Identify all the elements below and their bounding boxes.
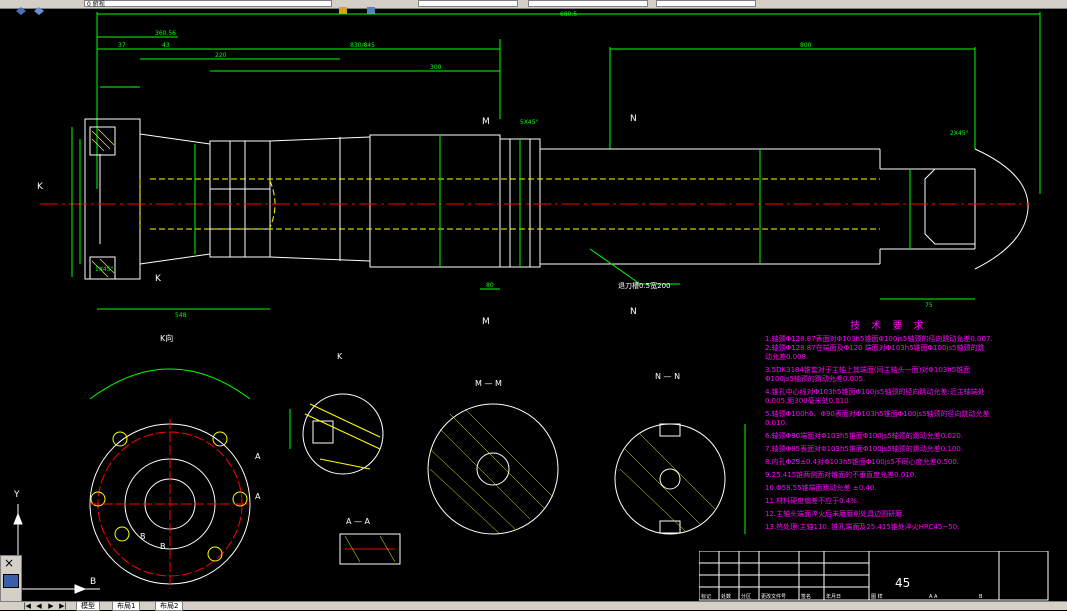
linetype-dropdown[interactable] [528, 0, 648, 7]
dim-548: 548 [175, 312, 187, 319]
label-b2: B [160, 542, 166, 551]
tab-layout1[interactable]: 布局1 [112, 602, 141, 611]
tab-layout2[interactable]: 布局2 [155, 602, 184, 611]
svg-text:360.56: 360.56 [155, 30, 176, 37]
label-m2: M [482, 317, 490, 327]
drawing-canvas[interactable]: 680.5 360.56 37 43 220 830/845 300 800 5… [0, 9, 1067, 601]
cad-drawing: 680.5 360.56 37 43 220 830/845 300 800 5… [13, 11, 1041, 594]
tb-label: 分区 [741, 593, 751, 600]
label-k-view: K向 [160, 333, 173, 343]
tech-line: 7.轴颈Φ85表面对Φ103h5锥面Φ100js5轴颈的跳动允差0.100. [765, 445, 964, 453]
layer-dropdown[interactable]: 0 俯视 [84, 0, 332, 8]
tech-line: Φ100js5轴颈的跳动允差0.005. [765, 375, 866, 383]
tb-label: 更改文件号 [761, 593, 786, 600]
svg-text:300: 300 [430, 64, 442, 71]
k-view-flange: K向 A A B B [89, 333, 261, 589]
nn-section: N — N [614, 372, 746, 535]
tech-line: 0.005,距300毫米处0.010. [765, 397, 851, 405]
panel-icon[interactable] [3, 574, 19, 588]
tech-title: 技 术 要 求 [850, 321, 928, 332]
dim-75: 75 [925, 302, 933, 309]
tech-line: 6.轴颈Φ90端面对Φ103h5锥面Φ100js5轴颈的跳动允差0.020. [765, 432, 964, 440]
mm-section: M — M [427, 379, 559, 535]
dim-80: 80 [486, 282, 494, 289]
callout-undercut: 退刀槽0.5宽200 [618, 281, 671, 290]
ucs-icon [13, 504, 100, 594]
svg-text:43: 43 [162, 42, 170, 49]
ucs-x-label: B [90, 577, 96, 587]
layer-match-icon[interactable] [366, 0, 376, 14]
top-toolbar: 0 俯视 [0, 0, 1067, 15]
sheet-number: 45 [895, 576, 910, 590]
tab-model[interactable]: 模型 [76, 602, 100, 611]
tb-label: 标记 [701, 593, 711, 600]
close-icon[interactable]: × [4, 556, 14, 570]
chamfer-5x45: 5X45° [520, 119, 539, 126]
tech-line: 0.010. [765, 419, 788, 427]
layer-manager-icon[interactable] [16, 0, 26, 15]
svg-text:220: 220 [215, 52, 227, 59]
chamfer-2x45: 2X45° [950, 130, 969, 137]
label-k-detail: K [337, 352, 343, 361]
label-a1: A [255, 452, 261, 461]
tech-line: 1.轴颈Φ128.87表面对Φ103h5锥面Φ100js5轴颈的径向跳动允差0.… [765, 335, 993, 343]
tech-line: 3.5DK3184锥套对于主轴上其端面(同主轴头一面)对Φ103h5锥面 [765, 366, 971, 374]
tb-label: A A [929, 594, 938, 600]
label-n1: N [630, 114, 637, 124]
color-dropdown[interactable] [418, 0, 518, 7]
tb-label: 年月日 [826, 593, 841, 600]
tech-line: 8.内孔Φ29±0.4对Φ103h5锥面Φ100js5不同心度允差0.500. [765, 458, 960, 466]
ucs-y-label: Y [13, 490, 20, 500]
layer-state-icon[interactable] [34, 0, 44, 15]
k-detail: K [289, 352, 384, 475]
label-aa: A — A [346, 517, 371, 526]
tech-line: 11.材料硬度偏差不应于0.4%. [765, 497, 860, 505]
svg-text:830/845: 830/845 [350, 42, 375, 49]
tb-label: 图 样 [871, 593, 883, 600]
tech-line: 动允差0.008. [765, 353, 809, 361]
label-a2: A [255, 492, 261, 501]
label-m1: M [482, 117, 490, 127]
chamfer-1x45: 1X45° [95, 266, 114, 273]
tech-line: 10.Φ58.55锥端面跳动允差 ±0.40. [765, 484, 877, 492]
tech-line: 2.轴颈Φ128.87在端面及Φ120 端面对Φ103h5锥面Φ100js5轴颈… [765, 344, 985, 352]
svg-text:37: 37 [118, 42, 126, 49]
label-n2: N [630, 307, 637, 317]
palette-panel: × [0, 555, 22, 603]
label-k-arrow2: K [155, 274, 162, 284]
tech-line: 13.热处理:主轴110. 锥孔端面及25.415锥处淬火HRC45~50. [765, 523, 960, 531]
tb-label: B [979, 594, 983, 600]
svg-text:800: 800 [800, 42, 812, 49]
layer-previous-icon[interactable] [338, 0, 348, 14]
dim-overall: 680.5 [560, 11, 577, 18]
lineweight-dropdown[interactable] [656, 0, 756, 7]
tech-line: 12.主轴头端面淬火后未磨磨削处具边圆研磨. [765, 510, 905, 518]
tech-line: 9.25.415锥两侧面对锥面的不垂直度允差0.010. [765, 471, 917, 479]
aa-section: A — A [339, 517, 401, 565]
label-mm: M — M [475, 379, 502, 388]
label-k-arrow: K [37, 182, 44, 192]
label-nn: N — N [655, 372, 680, 381]
tech-line: 5.轴颈Φ100h6、Φ90表面对Φ103h5锥面Φ100js5轴颈的径向跳动允… [765, 410, 990, 418]
label-b1: B [140, 532, 146, 541]
tech-line: 4.锥孔中心线对Φ103h5锥面Φ100js5轴颈的径向跳动允差:近主轴端处 [765, 388, 985, 396]
tb-label: 签名 [801, 593, 811, 600]
title-block: 45 标记 处数 分区 更改文件号 签名 年月日 图 样 A A B [698, 550, 1049, 601]
tb-label: 处数 [721, 593, 731, 600]
